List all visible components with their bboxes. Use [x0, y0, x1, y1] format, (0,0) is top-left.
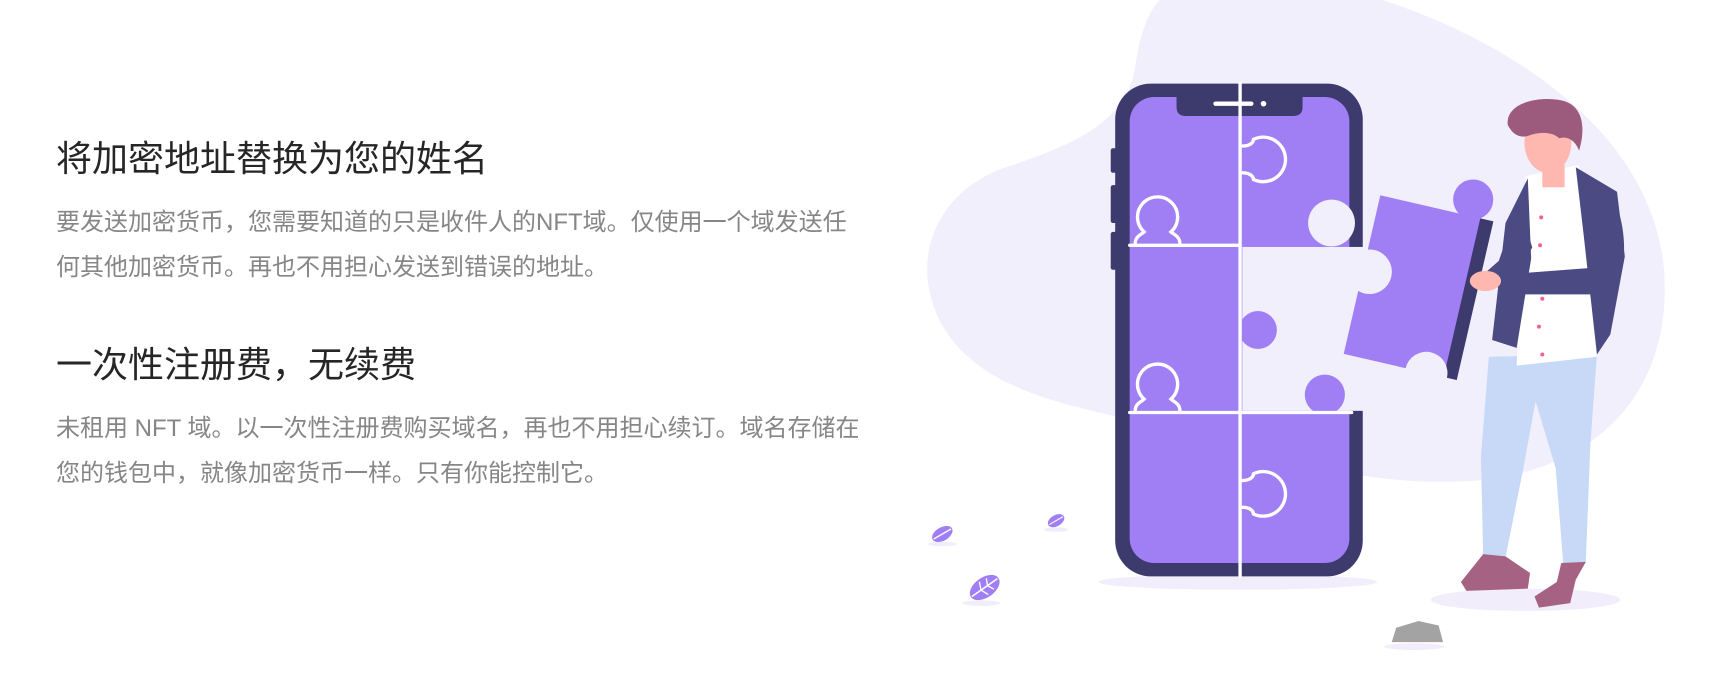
feature-description: 要发送加密货币，您需要知道的只是收件人的NFT域。仅使用一个域发送任 何其他加密…: [56, 200, 916, 290]
feature-description-line: 何其他加密货币。再也不用担心发送到错误的地址。: [56, 254, 608, 281]
person-shadow: [1430, 588, 1621, 611]
rock-shadow: [1383, 643, 1445, 650]
phone-shadow: [1098, 574, 1378, 590]
feature-list: 将加密地址替换为您的姓名 要发送加密货币，您需要知道的只是收件人的NFT域。仅使…: [56, 136, 916, 496]
feature-description-line: 您的钱包中，就像加密货币一样。只有你能控制它。: [56, 460, 608, 487]
feature-one-time-fee: 一次性注册费，无续费 未租用 NFT 域。以一次性注册费购买域名，再也不用担心续…: [56, 342, 916, 496]
feature-title: 一次性注册费，无续费: [56, 344, 417, 385]
phone: [1110, 81, 1372, 579]
hand: [1469, 270, 1502, 291]
feature-name-replace-address: 将加密地址替换为您的姓名 要发送加密货币，您需要知道的只是收件人的NFT域。仅使…: [56, 136, 916, 290]
phone-speaker: [1213, 101, 1254, 106]
phone-camera: [1260, 100, 1267, 107]
rock: [1391, 620, 1444, 643]
leaf: [1047, 514, 1065, 528]
feature-description-line: 要发送加密货币，您需要知道的只是收件人的NFT域。仅使用一个域发送任: [56, 209, 847, 236]
leaves: [927, 514, 1069, 606]
feature-title: 将加密地址替换为您的姓名: [56, 138, 489, 179]
feature-description-line: 未租用 NFT 域。以一次性注册费购买域名，再也不用担心续订。域名存储在: [56, 415, 860, 442]
left-shoe: [1460, 554, 1531, 591]
feature-description: 未租用 NFT 域。以一次性注册费购买域名，再也不用担心续订。域名存储在 您的钱…: [56, 406, 916, 496]
leaf: [969, 574, 1000, 601]
